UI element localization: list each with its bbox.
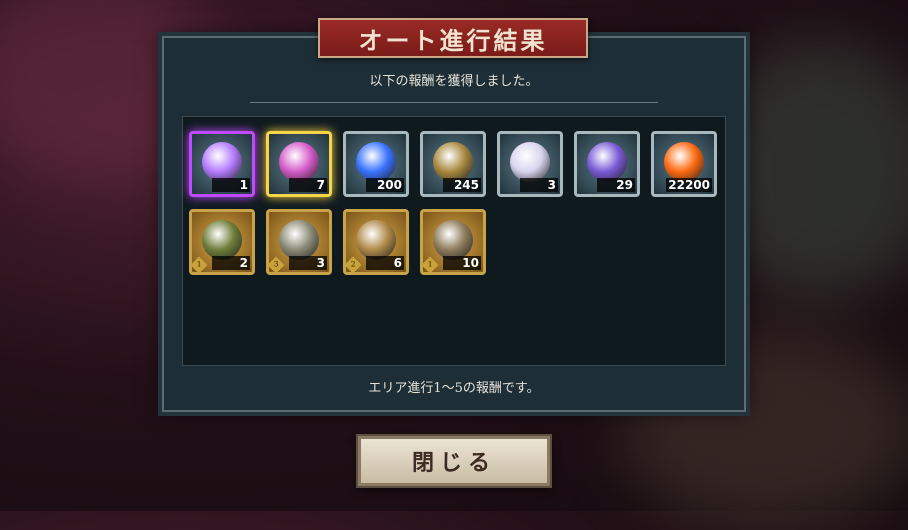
reward-count: 10 [443, 256, 481, 270]
reward-item[interactable]: 22200 [651, 131, 717, 197]
bronze-coin-icon [433, 142, 473, 182]
reward-count: 3 [289, 256, 327, 270]
footer-note: エリア進行1～5の報酬です。 [368, 381, 540, 396]
dialog-subtitle: 以下の報酬を獲得しました。 [369, 74, 539, 89]
mirror-icon [279, 220, 319, 260]
reward-count: 7 [289, 178, 327, 192]
reward-grid: 1 7 200 245 3 29 22200 1 2 3 3 2 6 1 10 [182, 116, 726, 366]
reward-count: 2 [212, 256, 250, 270]
bell-icon [356, 220, 396, 260]
reward-count: 200 [366, 178, 404, 192]
close-button[interactable]: 閉じる [358, 436, 550, 486]
reward-item[interactable]: 2 6 [343, 209, 409, 275]
rarity-badge: 3 [267, 256, 285, 274]
reward-item[interactable]: 3 [497, 131, 563, 197]
reward-item[interactable]: 29 [574, 131, 640, 197]
reward-count: 6 [366, 256, 404, 270]
rainbow-flower-crystal-icon [202, 142, 242, 182]
reward-count: 3 [520, 178, 558, 192]
reward-count: 22200 [666, 178, 712, 192]
rarity-badge: 1 [421, 256, 439, 274]
gold-flower-crystal-icon [279, 142, 319, 182]
reward-count: 1 [212, 178, 250, 192]
divider [250, 102, 658, 103]
reward-item[interactable]: 1 2 [189, 209, 255, 275]
silver-dice-icon [510, 142, 550, 182]
rarity-badge: 1 [190, 256, 208, 274]
reward-item[interactable]: 1 [189, 131, 255, 197]
blue-orb-icon [356, 142, 396, 182]
rarity-badge: 2 [344, 256, 362, 274]
reward-item[interactable]: 1 10 [420, 209, 486, 275]
censer-icon [202, 220, 242, 260]
flame-orb-icon [664, 142, 704, 182]
purple-crystal-icon [587, 142, 627, 182]
dialog-title: オート進行結果 [318, 18, 588, 58]
reward-item[interactable]: 245 [420, 131, 486, 197]
bracelet-icon [433, 220, 473, 260]
reward-count: 29 [597, 178, 635, 192]
reward-item[interactable]: 3 3 [266, 209, 332, 275]
reward-item[interactable]: 7 [266, 131, 332, 197]
reward-item[interactable]: 200 [343, 131, 409, 197]
reward-count: 245 [443, 178, 481, 192]
